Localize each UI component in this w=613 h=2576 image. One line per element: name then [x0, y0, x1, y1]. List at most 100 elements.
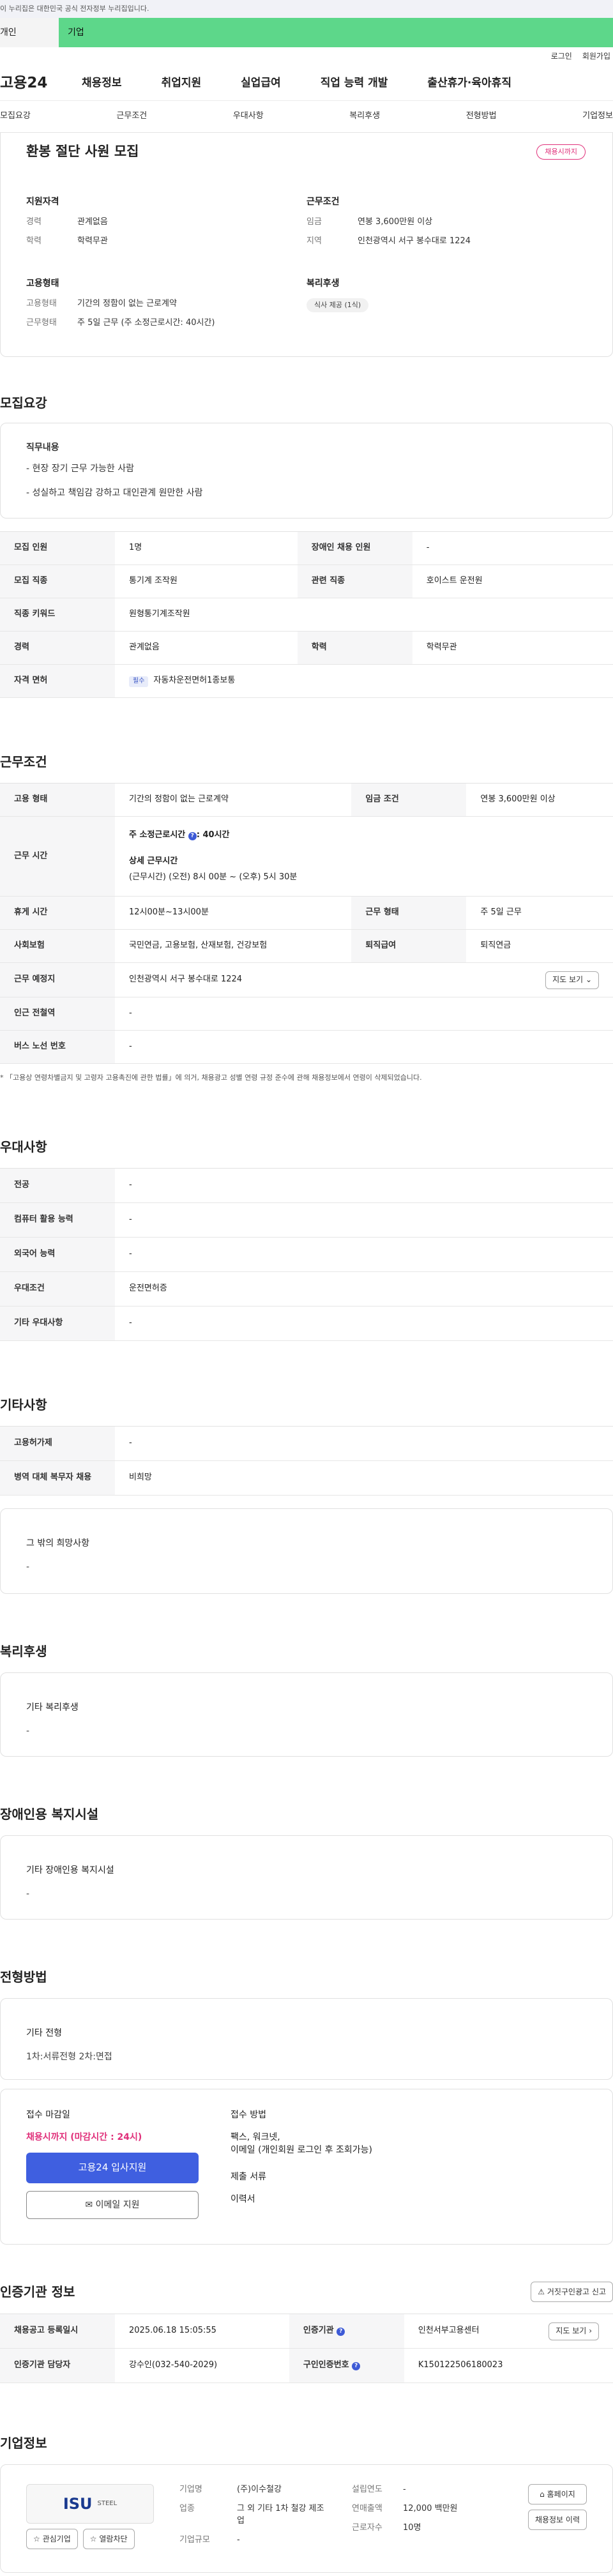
table-header-cell: 기타 우대사항	[0, 1306, 115, 1342]
section-title-other: 기타사항	[0, 1397, 47, 1413]
apply-box: 접수 마감일 채용시까지 (마감시간 : 24시) 고용24 입사지원 ✉ 이메…	[0, 2089, 613, 2245]
star-icon: ☆	[33, 2534, 40, 2543]
org-table: 채용공고 등록일시 2025.06.18 15:05:55 인증기관 ? 인천서부고용…	[0, 2314, 613, 2384]
gnb-jobs[interactable]: 채용정보	[82, 75, 122, 91]
email-apply-button[interactable]: ✉ 이메일 지원	[26, 2190, 199, 2219]
table-row: 근무 예정지 인천광역시 서구 봉수대로 1224 지도 보기 ⌄	[0, 962, 613, 998]
table-cell: -	[115, 1306, 613, 1342]
chevron-right-icon: ›	[589, 2326, 592, 2336]
table-row: 직종 키워드 원형통기계조작원	[0, 598, 613, 632]
help-icon[interactable]: ?	[352, 2362, 361, 2371]
table-row: 고용허가제 -	[0, 1426, 613, 1462]
table-row: 전공 -	[0, 1168, 613, 1204]
table-header-cell: 장애인 채용 인원	[297, 531, 412, 566]
login-link[interactable]: 로그인	[551, 51, 572, 62]
block-view-button[interactable]: ☆ 열람차단	[82, 2529, 135, 2550]
table-cell: 국민연금, 고용보험, 산재보험, 건강보험	[115, 929, 352, 964]
table-header-cell: 우대조건	[0, 1271, 115, 1307]
anchor-welfare[interactable]: 복리후생	[349, 110, 380, 123]
gnb-unemployment-benefit[interactable]: 실업급여	[241, 75, 281, 91]
table-cell: 학력무관	[412, 631, 613, 665]
site-logo[interactable]: 고용24	[0, 73, 82, 94]
map-button[interactable]: 지도 보기 ⌄	[545, 971, 599, 989]
star-icon: ☆	[89, 2534, 97, 2543]
table-row: 인증기관 담당자 강수인(032-540-2029) 구인인증번호 ? K150122…	[0, 2348, 613, 2384]
table-cell: 필수 자동차운전면허1종보통	[115, 664, 613, 699]
table-header-cell: 구인인증번호 ?	[289, 2348, 404, 2384]
table-header-cell: 사회보험	[0, 929, 115, 964]
table-row: 우대조건 운전면허증	[0, 1271, 613, 1307]
table-header-cell: 전공	[0, 1168, 115, 1204]
table-row: 병역 대체 복무자 채용 비희망	[0, 1460, 613, 1496]
gnb-parental-leave[interactable]: 출산휴가·육아휴직	[427, 75, 511, 91]
table-header-cell: 컴퓨터 활용 능력	[0, 1202, 115, 1238]
favorite-company-button[interactable]: ☆ 관심기업	[26, 2529, 78, 2550]
table-row: 인근 전철역 -	[0, 997, 613, 1031]
anchor-pref[interactable]: 우대사항	[233, 110, 264, 123]
table-header-cell: 임금 조건	[351, 783, 467, 817]
condition-col: 근무조건 임금 연봉 3,600만원 이상 지역 인천광역시 서구 봉수대로 122…	[306, 195, 587, 336]
help-icon[interactable]: ?	[337, 2328, 345, 2337]
section-title-recruit: 모집요강	[0, 395, 47, 411]
signup-link[interactable]: 회원가입	[582, 51, 610, 62]
table-cell: -	[115, 1202, 613, 1238]
recruit-table: 모집 인원 1명 장애인 채용 인원 - 모집 직종 통기계 조작원 관련 직종 호이스트 …	[0, 531, 613, 699]
table-cell: -	[412, 531, 613, 566]
anchor-company[interactable]: 기업정보	[582, 110, 613, 123]
table-row: 기타 우대사항 -	[0, 1306, 613, 1342]
duty-box: 직무내용 - 현장 장기 근무 가능한 사람 - 성실하고 책임감 강하고 대인…	[0, 423, 613, 519]
anchor-work[interactable]: 근무조건	[116, 110, 147, 123]
table-row: 버스 노선 번호 -	[0, 1030, 613, 1064]
table-cell: 운전면허증	[115, 1271, 613, 1307]
welfare-box: 기타 복리후생 -	[0, 1672, 613, 1757]
help-icon[interactable]: ?	[188, 832, 197, 841]
welfare-chip: 식사 제공 (1식)	[306, 298, 369, 312]
table-cell: K150122506180023	[404, 2348, 613, 2384]
status-badge: 채용시까지	[536, 144, 586, 160]
table-header-cell: 자격 면허	[0, 664, 115, 699]
gnb-vocational-training[interactable]: 직업 능력 개발	[321, 75, 388, 91]
pref-table: 전공 - 컴퓨터 활용 능력 - 외국어 능력 - 우대조건 운전면허증 기타 우대사항…	[0, 1168, 613, 1342]
home-icon: ⌂	[540, 2489, 545, 2499]
table-cell: 12시00분~13시00분	[115, 896, 352, 930]
tab-corporate[interactable]: 기업	[59, 18, 613, 47]
table-cell: 인천서부고용센터 지도 보기 ›	[404, 2314, 613, 2349]
table-row: 자격 면허 필수 자동차운전면허1종보통	[0, 664, 613, 699]
table-header-cell: 병역 대체 복무자 채용	[0, 1460, 115, 1496]
table-header-cell: 채용공고 등록일시	[0, 2314, 115, 2349]
table-row: 외국어 능력 -	[0, 1237, 613, 1273]
false-ad-report-button[interactable]: ⚠ 거짓구인광고 신고	[531, 2282, 613, 2303]
apply-button[interactable]: 고용24 입사지원	[26, 2152, 199, 2183]
section-title-company: 기업정보	[0, 2436, 47, 2451]
table-cell: 강수인(032-540-2029)	[115, 2348, 289, 2384]
table-header-cell: 모집 직종	[0, 564, 115, 599]
tab-individual[interactable]: 개인	[0, 18, 59, 47]
section-title-selection: 전형방법	[0, 1969, 47, 1985]
table-row: 사회보험 국민연금, 고용보험, 산재보험, 건강보험 퇴직급여 퇴직연금	[0, 929, 613, 964]
selection-box: 기타 전형 1차:서류전형 2차:면접	[0, 1998, 613, 2080]
org-map-button[interactable]: 지도 보기 ›	[549, 2322, 599, 2340]
table-cell: 비희망	[115, 1460, 613, 1496]
table-header-cell: 외국어 능력	[0, 1237, 115, 1273]
table-row: 근무 시간 주 소정근로시간 ?: 40시간 상세 근무시간 (근무시간) (오…	[0, 816, 613, 897]
table-cell: 인천광역시 서구 봉수대로 1224 지도 보기 ⌄	[115, 962, 613, 998]
anchor-recruit[interactable]: 모집요강	[0, 110, 31, 123]
table-cell: 관계없음	[115, 631, 298, 665]
anchor-selection[interactable]: 전형방법	[466, 110, 497, 123]
table-row: 휴게 시간 12시00분~13시00분 근무 형태 주 5일 근무	[0, 896, 613, 930]
table-cell: 호이스트 운전원	[412, 564, 613, 599]
chevron-down-icon: ⌄	[585, 975, 592, 985]
table-cell: 기간의 정함이 없는 근로계약	[115, 783, 352, 817]
table-header-cell: 퇴직급여	[351, 929, 467, 964]
table-header-cell: 직종 키워드	[0, 598, 115, 632]
homepage-button[interactable]: ⌂ 홈페이지	[527, 2484, 587, 2505]
gnb-employment-support[interactable]: 취업지원	[162, 75, 202, 91]
section-title-work: 근무조건	[0, 754, 47, 770]
wish-box: 그 밖의 희망사항 -	[0, 1508, 613, 1595]
table-row: 고용 형태 기간의 정함이 없는 근로계약 임금 조건 연봉 3,600만원 이상	[0, 783, 613, 817]
table-header-cell: 모집 인원	[0, 531, 115, 566]
table-row: 모집 인원 1명 장애인 채용 인원 -	[0, 531, 613, 566]
job-history-button[interactable]: 채용정보 이력	[527, 2510, 587, 2531]
table-header-cell: 휴게 시간	[0, 896, 115, 930]
table-header-cell: 관련 직종	[297, 564, 412, 599]
